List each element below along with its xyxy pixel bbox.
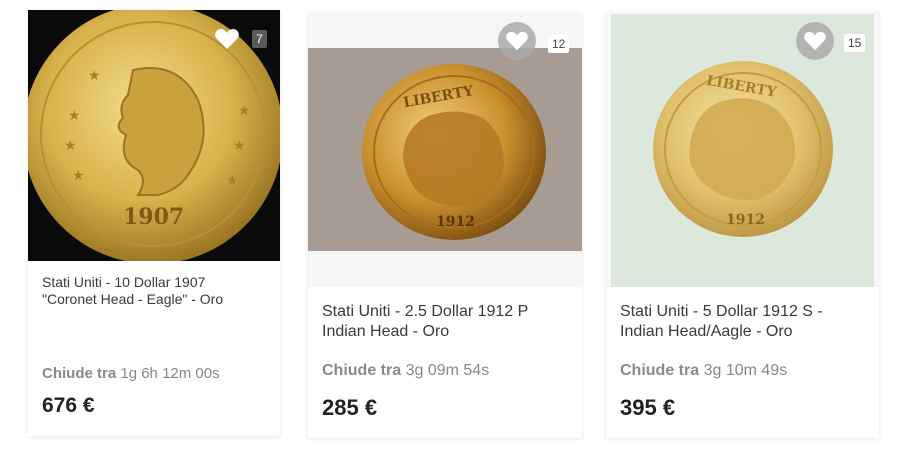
svg-text:★: ★	[226, 172, 239, 188]
listing-title-line: Stati Uniti - 5 Dollar 1912 S -	[620, 303, 823, 320]
closing-time: Chiude tra 1g 6h 12m 00s	[42, 365, 220, 382]
listing-price: 285 €	[322, 395, 378, 420]
coin-photo[interactable]: 1907 ★ ★ ★ ★ ★ ★ ★	[28, 10, 280, 261]
heart-icon	[506, 31, 528, 51]
svg-text:★: ★	[68, 107, 81, 123]
listing-card[interactable]: LIBERTY 1912 15 Stati Uniti - 5 Dollar 1…	[606, 12, 879, 438]
closing-time: Chiude tra 3g 09m 54s	[322, 362, 489, 380]
closing-countdown: 3g 09m 54s	[405, 362, 490, 379]
favorite-button[interactable]	[498, 22, 536, 60]
favorite-button[interactable]	[210, 22, 244, 56]
heart-icon	[804, 31, 826, 51]
coin-date-text: 1912	[726, 212, 765, 228]
svg-text:★: ★	[64, 137, 77, 153]
listing-card[interactable]: LIBERTY 1912 12 Stati Uniti - 2.5 Dollar…	[308, 12, 582, 438]
closing-label: Chiude tra	[42, 365, 117, 382]
svg-text:★: ★	[233, 137, 246, 153]
closing-label: Chiude tra	[620, 362, 700, 379]
coin-photo[interactable]: LIBERTY 1912	[611, 14, 874, 287]
svg-text:★: ★	[238, 102, 251, 118]
listing-title[interactable]: Stati Uniti - 10 Dollar 1907 "Coronet He…	[42, 274, 268, 308]
coin-photo[interactable]: LIBERTY 1912	[308, 48, 582, 251]
listing-image-area[interactable]: 1907 ★ ★ ★ ★ ★ ★ ★	[28, 10, 280, 261]
listing-title-line: Indian Head - Oro	[322, 323, 450, 340]
favorite-button[interactable]	[796, 22, 834, 60]
heart-icon	[215, 29, 239, 49]
listing-title-line: "Coronet Head - Eagle" - Oro	[42, 291, 224, 307]
closing-countdown: 3g 10m 49s	[703, 362, 788, 379]
coin-date-text: 1912	[436, 214, 475, 230]
favorite-count: 15	[844, 34, 866, 52]
listing-price: 676 €	[42, 394, 95, 417]
listing-image-area[interactable]: LIBERTY 1912	[308, 12, 582, 287]
svg-text:★: ★	[72, 167, 85, 183]
listing-title-line: Stati Uniti - 10 Dollar 1907	[42, 274, 206, 290]
listing-image-area[interactable]: LIBERTY 1912	[606, 12, 879, 287]
listing-title-line: Indian Head/Aagle - Oro	[620, 323, 793, 340]
closing-countdown: 1g 6h 12m 00s	[120, 365, 220, 382]
listing-price: 395 €	[620, 395, 676, 420]
closing-label: Chiude tra	[322, 362, 402, 379]
favorite-count: 12	[548, 35, 570, 53]
closing-time: Chiude tra 3g 10m 49s	[620, 362, 787, 380]
listing-card[interactable]: 1907 ★ ★ ★ ★ ★ ★ ★ 7 Stati Uniti - 10 Do…	[28, 10, 280, 436]
listing-title[interactable]: Stati Uniti - 2.5 Dollar 1912 P Indian H…	[322, 302, 570, 342]
listing-title-line: Stati Uniti - 2.5 Dollar 1912 P	[322, 303, 529, 320]
listing-title[interactable]: Stati Uniti - 5 Dollar 1912 S - Indian H…	[620, 302, 867, 342]
svg-text:★: ★	[88, 67, 101, 83]
favorite-count: 7	[252, 30, 267, 48]
coin-date-text: 1907	[123, 204, 184, 230]
